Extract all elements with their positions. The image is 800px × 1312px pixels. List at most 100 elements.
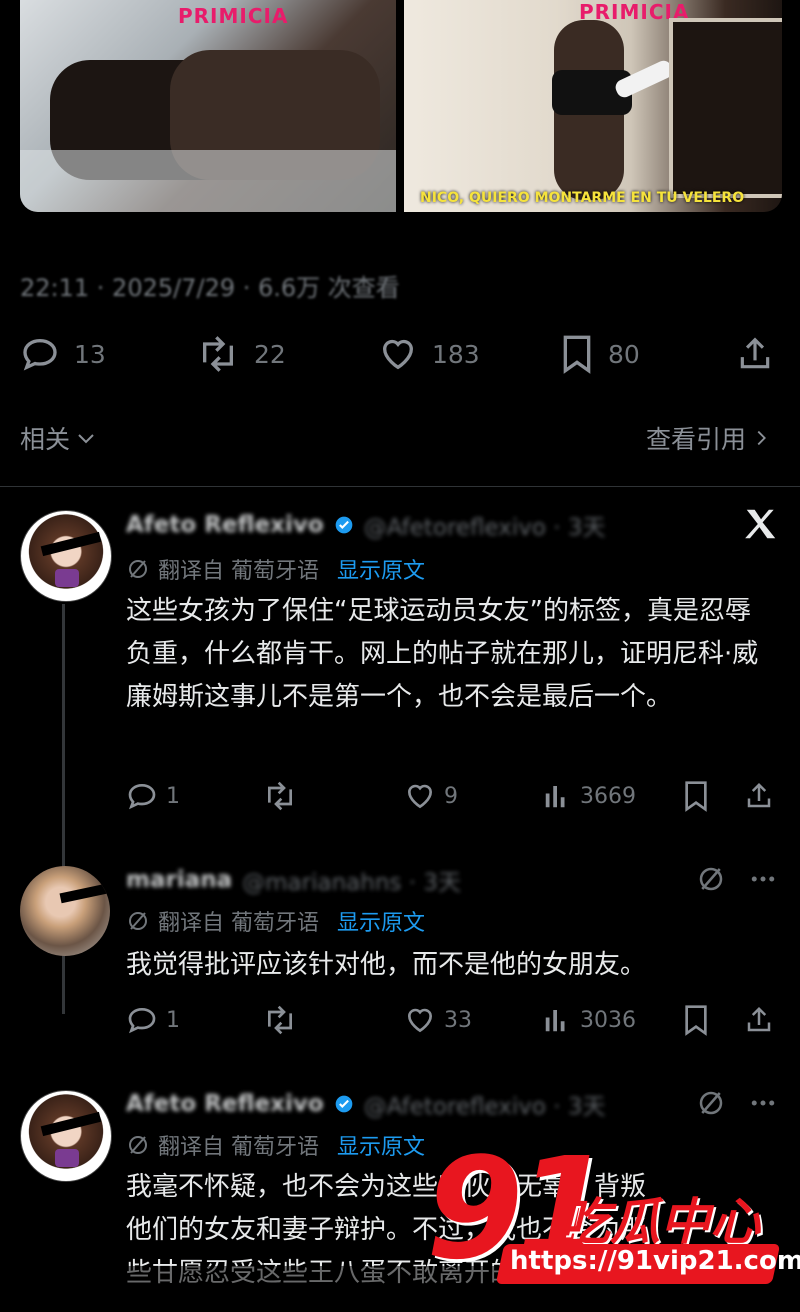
retweet-icon	[268, 1005, 292, 1035]
media-caption: NICO, QUIERO MONTARME EN TU VELERO	[420, 190, 745, 206]
bookmark-button[interactable]	[682, 780, 744, 812]
share-icon	[747, 782, 771, 808]
translation-notice: 翻译自 葡萄牙语 显示原文	[126, 552, 425, 586]
share-button[interactable]	[744, 1004, 774, 1036]
reply-count: 13	[74, 339, 106, 369]
views-icon	[545, 1010, 565, 1032]
reply-count: 1	[166, 783, 180, 809]
retweet-button[interactable]	[262, 1004, 404, 1036]
views-button[interactable]: 3669	[542, 781, 682, 811]
views-button[interactable]: 3036	[542, 1005, 682, 1035]
chevron-right-icon	[750, 426, 772, 450]
show-original-link[interactable]: 显示原文	[337, 1129, 425, 1161]
views-icon	[545, 786, 565, 808]
x-logo-icon[interactable]	[742, 505, 780, 547]
reply-handle: @Afetoreflexivo · 3天	[363, 515, 606, 541]
share-button[interactable]	[736, 330, 774, 378]
bookmark-icon	[560, 334, 594, 374]
bookmark-button[interactable]: 80	[560, 330, 640, 378]
reply-header: mariana @marianahns · 3天	[126, 860, 461, 900]
retweet-button[interactable]: 22	[196, 330, 286, 378]
bookmark-button[interactable]	[682, 1004, 744, 1036]
bookmark-count: 80	[608, 339, 640, 369]
heart-icon	[378, 334, 418, 374]
reply-header: Afeto Reflexivo @Afetoreflexivo · 3天	[126, 505, 606, 545]
globe-slash-icon	[126, 557, 150, 581]
like-button[interactable]: 183	[378, 330, 480, 378]
reply-button[interactable]: 1	[126, 1004, 262, 1036]
globe-slash-icon	[126, 909, 150, 933]
heart-icon	[407, 1008, 433, 1033]
view-count: 3669	[580, 783, 636, 809]
avatar[interactable]	[20, 510, 112, 602]
section-divider	[0, 486, 800, 487]
tweet-meta: 22:11 · 2025/7/29 · 6.6万 次查看	[20, 274, 400, 302]
avatar[interactable]	[20, 866, 110, 956]
related-row: 相关 查看引用	[20, 418, 772, 458]
avatar-figure	[55, 569, 79, 587]
related-toggle[interactable]: 相关	[20, 420, 98, 456]
share-button[interactable]	[744, 780, 774, 812]
reply-button[interactable]: 1	[126, 780, 262, 812]
reply-author-name[interactable]: Afeto Reflexivo	[126, 1091, 324, 1117]
view-count: 3036	[580, 1007, 636, 1033]
media-image-right[interactable]: PRIMICIA NICO, QUIERO MONTARME EN TU VEL…	[404, 0, 782, 212]
reply-author-name[interactable]: mariana	[126, 867, 232, 893]
chevron-down-icon	[74, 426, 98, 450]
media-image-left[interactable]: PRIMICIA	[20, 0, 396, 212]
like-button[interactable]: 33	[404, 1004, 542, 1036]
avatar-scribble	[40, 531, 102, 557]
translation-notice: 翻译自 葡萄牙语 显示原文	[126, 1128, 425, 1162]
translation-notice: 翻译自 葡萄牙语 显示原文	[126, 904, 425, 938]
globe-slash-icon	[126, 1133, 150, 1157]
reply-actions: 1 33 3036	[126, 1000, 776, 1040]
retweet-icon	[196, 334, 240, 374]
avatar-scribble	[59, 882, 110, 904]
verified-badge-icon	[334, 1094, 354, 1114]
view-quotes-label: 查看引用	[645, 425, 746, 454]
reply-handle: @marianahns · 3天	[242, 870, 461, 896]
reply-header: Afeto Reflexivo @Afetoreflexivo · 3天	[126, 1084, 606, 1124]
reply-author-name[interactable]: Afeto Reflexivo	[126, 512, 324, 538]
watermark-url: https://91vip21.com	[510, 1246, 800, 1276]
view-quotes-link[interactable]: 查看引用	[646, 420, 772, 456]
avatar-figure	[55, 1149, 79, 1167]
avatar[interactable]	[20, 1090, 112, 1182]
show-original-link[interactable]: 显示原文	[337, 553, 425, 585]
reply-handle: @Afetoreflexivo · 3天	[363, 1094, 606, 1120]
translate-off-icon[interactable]	[696, 864, 726, 898]
translated-from-label: 翻译自 葡萄牙语	[158, 911, 319, 936]
reply-icon	[128, 1007, 156, 1034]
reply-icon	[128, 783, 156, 810]
like-count: 183	[432, 339, 480, 369]
reply-button[interactable]: 13	[20, 330, 106, 378]
share-icon	[736, 334, 774, 374]
share-icon	[747, 1006, 771, 1032]
media-bed	[20, 150, 396, 212]
like-count: 33	[444, 1007, 472, 1033]
heart-icon	[407, 784, 433, 809]
more-options-icon[interactable]	[748, 1088, 778, 1122]
like-count: 9	[444, 783, 458, 809]
media-door	[669, 18, 782, 198]
related-label: 相关	[20, 425, 71, 454]
retweet-button[interactable]	[262, 780, 404, 812]
reply-actions: 1 9 3669	[126, 776, 776, 816]
show-original-link[interactable]: 显示原文	[337, 905, 425, 937]
avatar-scribble	[40, 1111, 102, 1137]
reply-icon	[20, 334, 60, 374]
translated-from-label: 翻译自 葡萄牙语	[158, 1135, 319, 1160]
translated-from-label: 翻译自 葡萄牙语	[158, 559, 319, 584]
translate-off-icon[interactable]	[696, 1088, 726, 1122]
media-brand-label: PRIMICIA	[178, 4, 289, 28]
retweet-icon	[268, 781, 292, 811]
bookmark-icon	[685, 781, 707, 812]
bookmark-icon	[685, 1005, 707, 1036]
verified-badge-icon	[334, 515, 354, 535]
reply-count: 1	[166, 1007, 180, 1033]
reply-text: 我觉得批评应该针对他，而不是他的女朋友。	[126, 950, 647, 980]
reply-text: 这些女孩为了保住“足球运动员女友”的标签，真是忍辱负重，什么都肯干。网上的帖子就…	[126, 596, 759, 712]
like-button[interactable]: 9	[404, 780, 542, 812]
more-options-icon[interactable]	[748, 864, 778, 898]
retweet-count: 22	[254, 339, 286, 369]
